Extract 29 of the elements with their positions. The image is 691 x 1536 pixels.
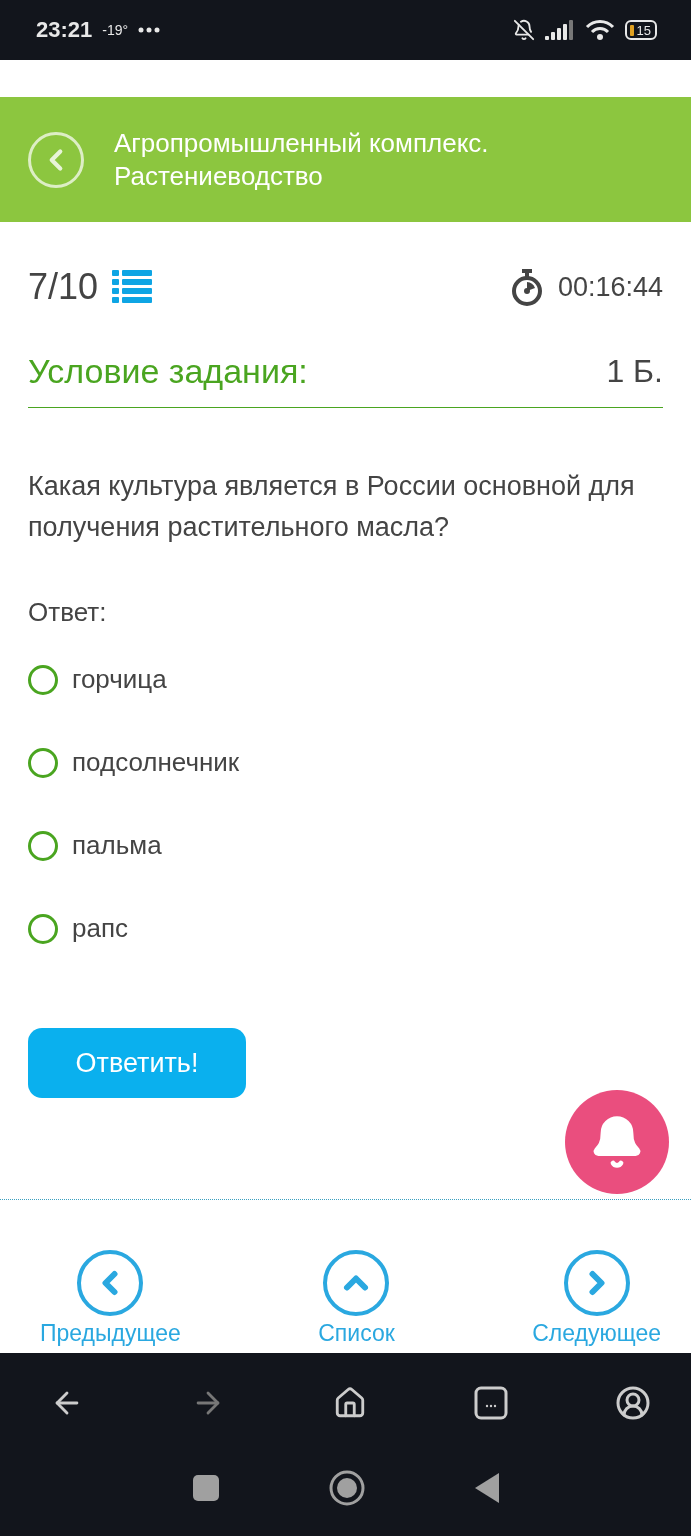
battery-indicator: 15 [624,20,657,40]
stopwatch-icon [509,268,544,306]
question-text: Какая культура является в России основной для получения растительного масла? [28,470,636,544]
recents-icon[interactable] [192,1475,219,1501]
home-circle-icon[interactable] [328,1470,365,1506]
task-heading: Условие задания: [28,352,308,391]
radio-button[interactable] [28,830,58,861]
signal-icon [544,20,575,40]
radio-button[interactable] [28,664,58,695]
option-label[interactable]: горчица [72,664,167,695]
radio-button[interactable] [28,747,58,778]
question-counter: 7/10 [28,266,99,308]
temperature: -19° [102,22,129,38]
timer: 00:16:44 [557,271,663,303]
status-time: 23:21 [36,17,93,43]
list-icon[interactable] [112,269,153,305]
profile-icon[interactable] [615,1385,651,1421]
radio-button[interactable] [28,913,58,944]
more-dots-icon [138,27,161,33]
option-label[interactable]: подсолнечник [72,747,240,778]
header-title: Агропромышленный комплекс. Растениеводство [114,127,490,192]
points: 1 Б. [606,353,663,390]
answer-label: Ответ: [28,597,108,628]
wifi-icon [584,19,615,41]
option-label[interactable]: рапс [72,913,128,944]
back-triangle-icon[interactable] [474,1473,499,1503]
muted-bell-icon [512,19,535,41]
option-label[interactable]: пальма [72,830,162,861]
tabs-icon[interactable] [473,1386,508,1420]
